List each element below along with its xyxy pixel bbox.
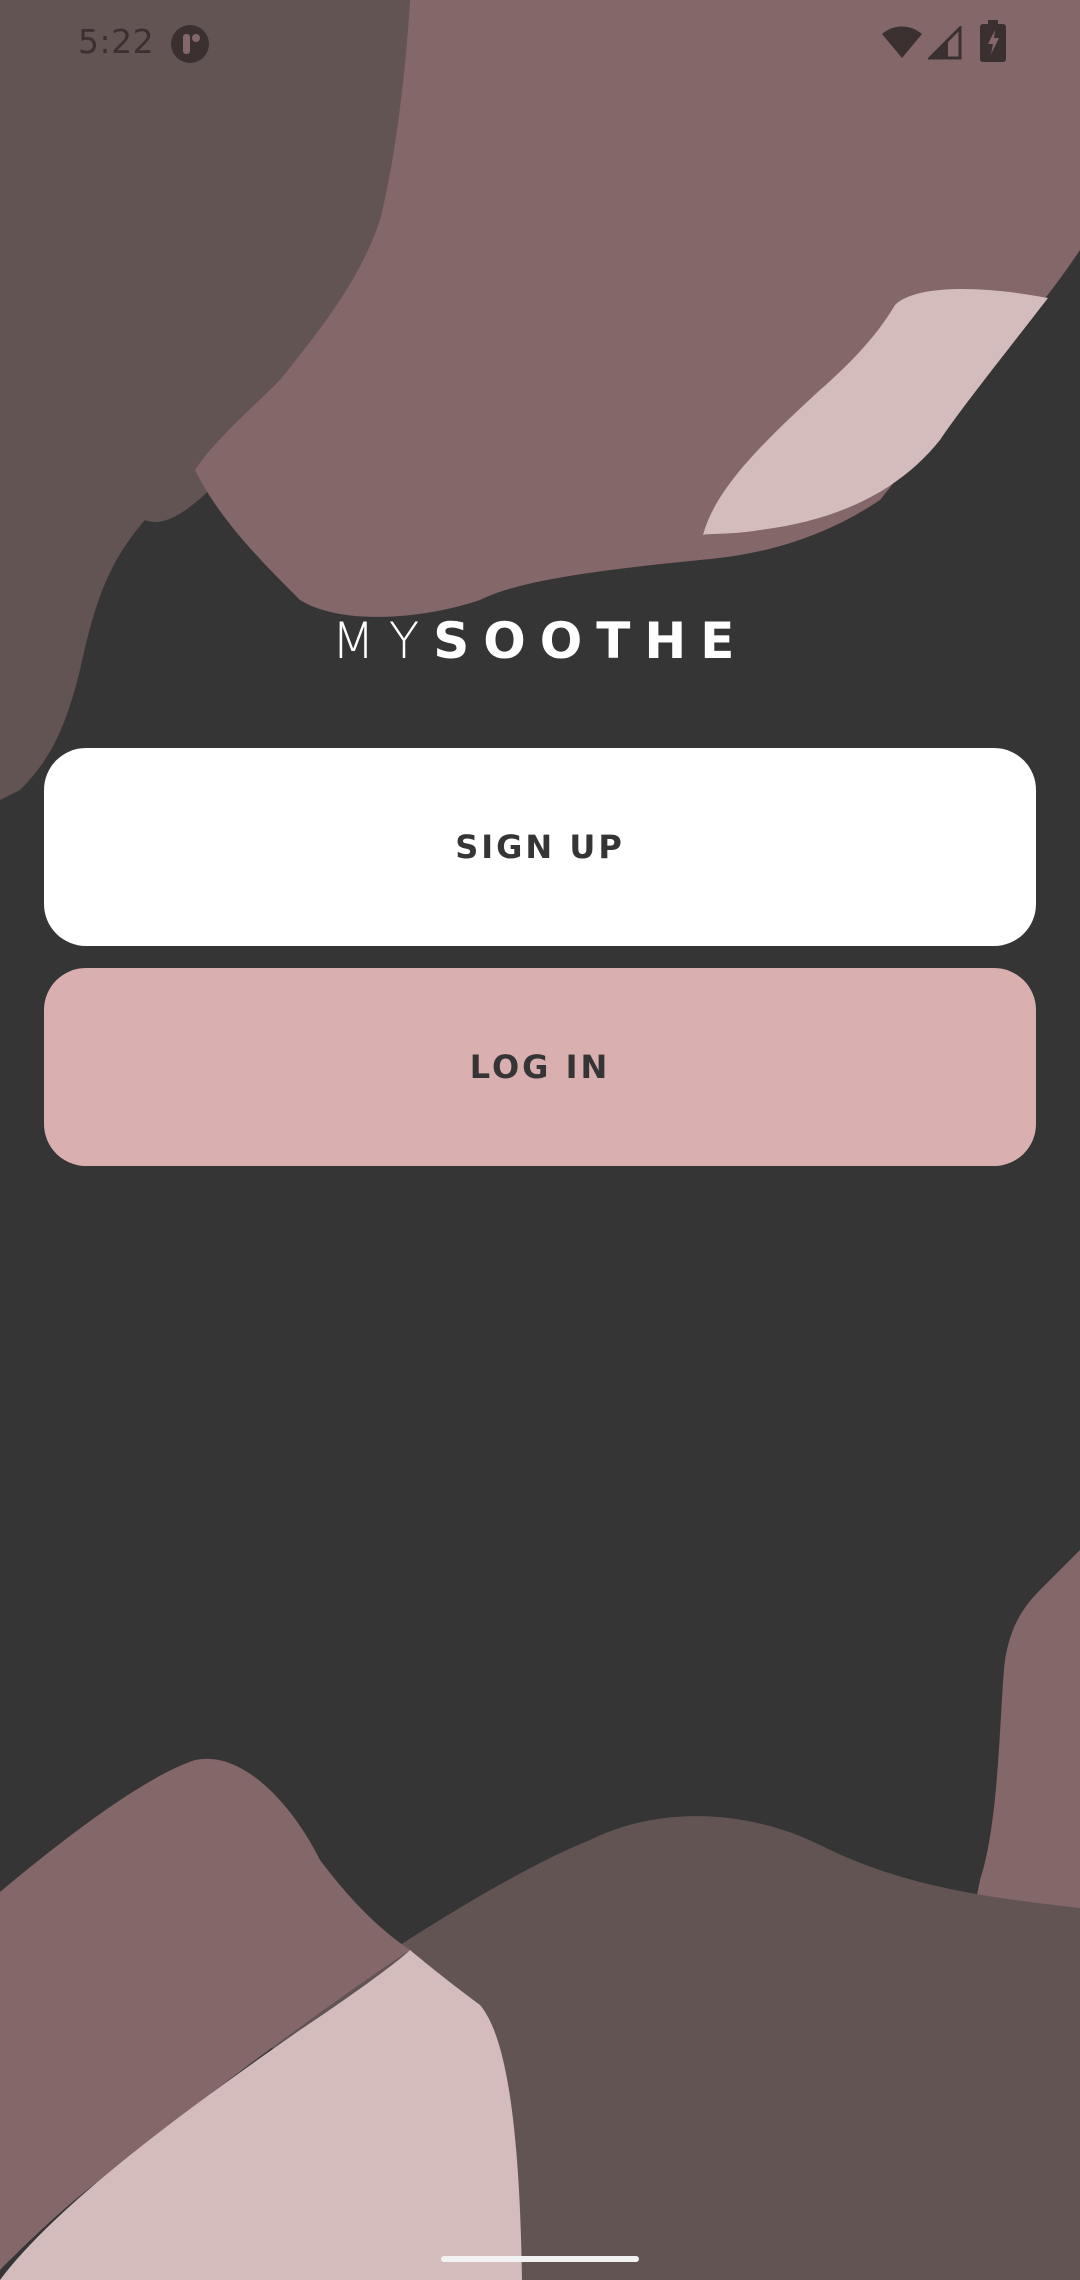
logo-part-my: MY bbox=[331, 612, 434, 670]
log-in-button[interactable]: LOG IN bbox=[44, 968, 1036, 1166]
log-in-label: LOG IN bbox=[469, 1048, 611, 1086]
battery-charging-icon bbox=[980, 20, 1006, 62]
app-logo: MYSOOTHE bbox=[0, 612, 1080, 670]
logo-part-soothe: SOOTHE bbox=[433, 612, 749, 670]
home-indicator[interactable] bbox=[441, 2256, 639, 2262]
status-time: 5:22 bbox=[78, 22, 155, 61]
sign-up-button[interactable]: SIGN UP bbox=[44, 748, 1036, 946]
sign-up-label: SIGN UP bbox=[455, 828, 625, 866]
welcome-screen: 5:22 MYSOOTHE SIGN UP LOG IN bbox=[0, 0, 1080, 2280]
wifi-icon bbox=[882, 26, 922, 58]
cell-signal-icon bbox=[928, 26, 962, 60]
status-bar: 5:22 bbox=[0, 0, 1080, 90]
notification-r-icon bbox=[171, 25, 209, 63]
